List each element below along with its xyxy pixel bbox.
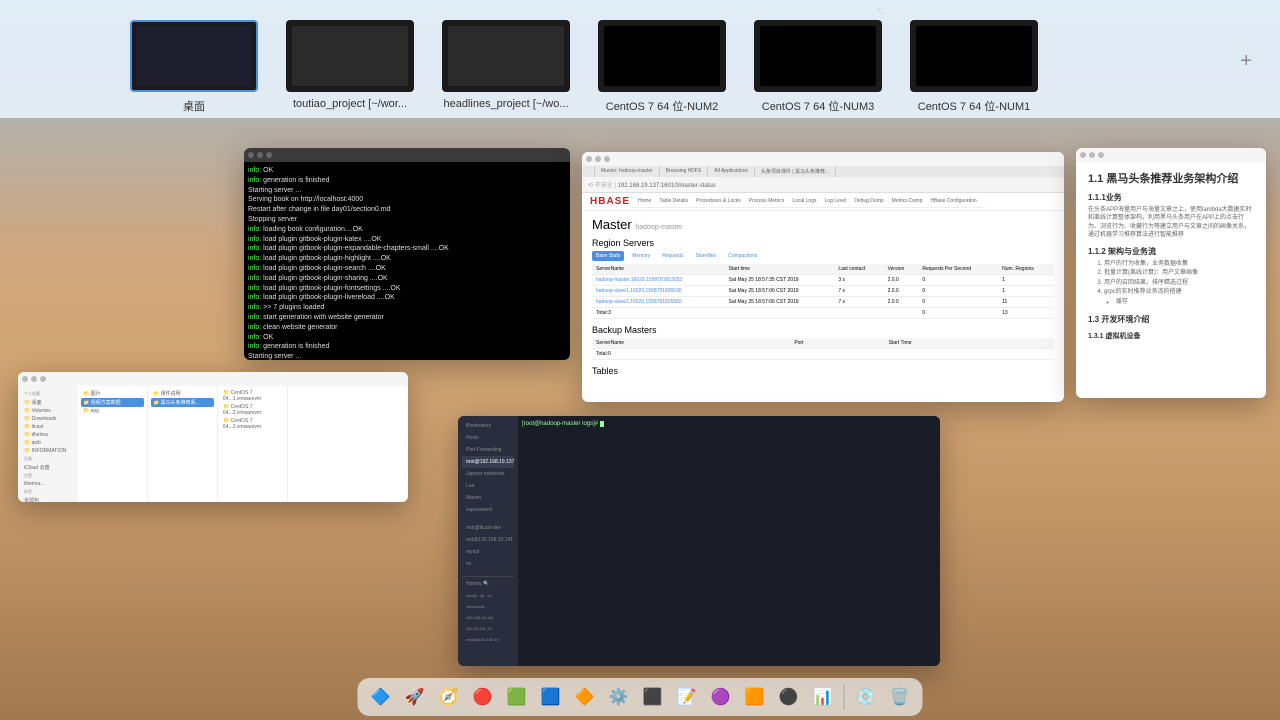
dock-finder-icon[interactable]: 🔷 xyxy=(366,682,396,712)
finder-columns: 📁 图片📁 视频方案数据📁 epg 📁 课件说明📁 黑马头条推荐系... 📁 C… xyxy=(78,386,408,502)
dock-textedit-icon[interactable]: 📝 xyxy=(672,682,702,712)
master-heading: Master hadoop-master xyxy=(592,217,1054,232)
hbase-logo: HBASE xyxy=(590,196,630,207)
doc-h2-2: 1.1.2 架构与业务流 xyxy=(1088,246,1254,257)
desktop-thumb-5[interactable]: CentOS 7 64 位-NUM3 xyxy=(754,20,882,114)
finder-col-2[interactable]: 📁 课件说明📁 黑马头条推荐系... xyxy=(148,386,218,502)
titlebar[interactable] xyxy=(244,148,570,162)
backup-masters-heading: Backup Masters xyxy=(592,325,1054,335)
desktop-thumb-6[interactable]: CentOS 7 64 位-NUM1 xyxy=(910,20,1038,114)
finder-sidebar[interactable]: 个人收藏📁 桌面📁 Volumes📁 Downloads📁 itcast📁 it… xyxy=(18,386,78,502)
hbase-nav[interactable]: HomeTable DetailsProcedures & LocksProce… xyxy=(630,195,985,208)
tables-heading: Tables xyxy=(592,366,1054,376)
dock-terminal-icon[interactable]: ⬛ xyxy=(638,682,668,712)
desktop-thumb-4[interactable]: CentOS 7 64 位-NUM2 xyxy=(598,20,726,114)
finder-col-3[interactable]: 📁 CentOS 7 64...1.vmwarevm📁 CentOS 7 64.… xyxy=(218,386,288,502)
ssh-sidebar[interactable]: BookmarksHostsPort Forwardingroot@192.16… xyxy=(458,416,518,666)
browser-window-hbase[interactable]: Master: hadoop-masterBrowsing HDFSAll Ap… xyxy=(582,152,1064,402)
doc-h2-1: 1.1.1业务 xyxy=(1088,192,1254,203)
dock-mindnode-icon[interactable]: 🔶 xyxy=(570,682,600,712)
terminal-output: info: OKinfo: generation is finishedStar… xyxy=(244,162,570,360)
doc-h2-3: 1.3 开发环境介绍 xyxy=(1088,314,1254,325)
finder-col-1[interactable]: 📁 图片📁 视频方案数据📁 epg xyxy=(78,386,148,502)
region-servers-heading: Region Servers xyxy=(592,238,1054,248)
dock-word-icon[interactable]: 🟦 xyxy=(536,682,566,712)
doc-list: 用户的行为收集，业务数据收集批量计算(离线计算)：用户文章画像用户的召回结果，排… xyxy=(1088,260,1254,308)
region-tabs[interactable]: Base StatsMemoryRequestsStorefilesCompac… xyxy=(592,251,1054,261)
dock-launchpad-icon[interactable]: 🚀 xyxy=(400,682,430,712)
dock-safari-icon[interactable]: 🧭 xyxy=(434,682,464,712)
region-servers-table: ServerNameStart timeLast contactVersionR… xyxy=(592,264,1054,319)
ssh-window[interactable]: BookmarksHostsPort Forwardingroot@192.16… xyxy=(458,416,940,666)
desktop-thumb-3[interactable]: headlines_project [~/wo... xyxy=(442,20,570,110)
doc-h3: 1.3.1 虚拟机设备 xyxy=(1088,331,1254,341)
doc-h1: 1.1 黑马头条推荐业务架构介绍 xyxy=(1088,170,1254,186)
dock[interactable]: 🔷🚀🧭🔴🟩🟦🔶⚙️⬛📝🟣🟧⚫📊 💿🗑️ xyxy=(358,678,923,716)
titlebar[interactable] xyxy=(18,372,408,386)
titlebar[interactable] xyxy=(582,152,1064,166)
ssh-terminal[interactable]: [root@hadoop-master logs]# xyxy=(518,416,940,666)
finder-window[interactable]: 个人收藏📁 桌面📁 Volumes📁 Downloads📁 itcast📁 it… xyxy=(18,372,408,502)
doc-p1: 在头条APP海量用户与海量文章之上，使用lambda大数据实时和离线计算整体架构… xyxy=(1088,206,1254,240)
terminal-window-gitbook[interactable]: info: OKinfo: generation is finishedStar… xyxy=(244,148,570,360)
dock-discord-icon[interactable]: 🟣 xyxy=(706,682,736,712)
titlebar[interactable] xyxy=(1076,148,1266,162)
backup-table: ServerNamePortStart TimeTotal:0 xyxy=(592,338,1054,360)
dock-todoist-icon[interactable]: 🟧 xyxy=(740,682,770,712)
add-desktop-button[interactable]: + xyxy=(1240,50,1252,73)
url-bar[interactable]: ⟲ 不安全 | 192.168.19.137:16010/master-stat… xyxy=(582,177,1064,193)
dock-pycharm-icon[interactable]: 🟩 xyxy=(502,682,532,712)
dock-activity-icon[interactable]: 📊 xyxy=(808,682,838,712)
dock-vmware-icon[interactable]: 💿 xyxy=(851,682,881,712)
dock-chrome-icon[interactable]: 🔴 xyxy=(468,682,498,712)
doc-body: 1.1 黑马头条推荐业务架构介绍 1.1.1业务 在头条APP海量用户与海量文章… xyxy=(1076,162,1266,352)
browser-tabs[interactable]: Master: hadoop-masterBrowsing HDFSAll Ap… xyxy=(582,166,1064,177)
mission-control-bar: 桌面 toutiao_project [~/wor... headlines_p… xyxy=(0,0,1280,118)
dock-preferences-icon[interactable]: ⚙️ xyxy=(604,682,634,712)
document-window[interactable]: 1.1 黑马头条推荐业务架构介绍 1.1.1业务 在头条APP海量用户与海量文章… xyxy=(1076,148,1266,398)
dock-obs-icon[interactable]: ⚫ xyxy=(774,682,804,712)
desktop-thumb-1[interactable]: 桌面 xyxy=(130,20,258,114)
desktop-thumb-2[interactable]: toutiao_project [~/wor... xyxy=(286,20,414,110)
dock-trash-icon[interactable]: 🗑️ xyxy=(885,682,915,712)
